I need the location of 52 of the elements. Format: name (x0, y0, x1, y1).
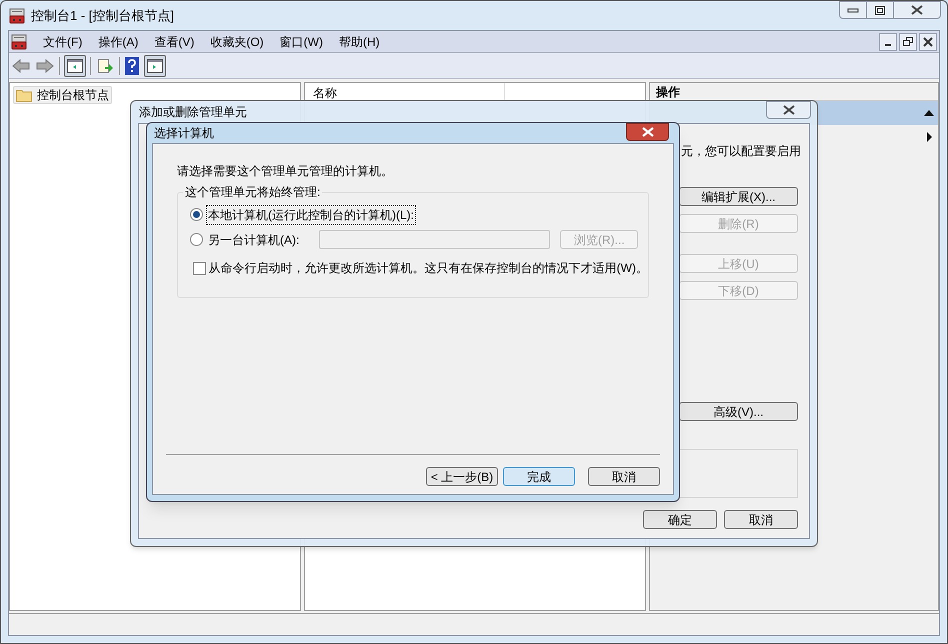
close-button[interactable] (919, 33, 937, 51)
show-action-pane-button[interactable] (144, 54, 166, 76)
minimize-icon (885, 44, 891, 46)
menu-item[interactable]: 帮助(H) (330, 32, 388, 50)
dialog-button[interactable]: 确定 (643, 510, 717, 529)
restore-button[interactable] (899, 33, 917, 51)
close-icon (782, 105, 794, 115)
close-button[interactable] (626, 123, 669, 141)
close-button[interactable] (893, 1, 941, 19)
help-button[interactable] (124, 56, 140, 76)
close-icon (923, 37, 933, 47)
action-button[interactable]: 高级(V)... (679, 402, 798, 421)
dialog-button[interactable]: 取消 (588, 467, 660, 486)
group-label: 这个管理单元将始终管理: (183, 185, 322, 199)
menu-item[interactable]: 窗口(W) (272, 32, 331, 50)
allow-change-checkbox[interactable]: 从命令行启动时，允许更改所选计算机。这只有在保存控制台的情况下才适用(W)。 (193, 259, 648, 277)
minimize-button[interactable] (879, 33, 897, 51)
maximize-button[interactable] (867, 1, 893, 19)
dialog-button[interactable]: 取消 (724, 510, 798, 529)
export-icon (97, 58, 113, 74)
prompt-text: 请选择需要这个管理单元管理的计算机。 (177, 164, 394, 178)
show-tree-button[interactable] (64, 54, 86, 76)
menu-item[interactable]: 查看(V) (146, 32, 202, 50)
dialog-button[interactable]: < 上一步(B) (426, 467, 498, 486)
dialog-title: 添加或删除管理单元 (139, 104, 247, 121)
menu-item[interactable]: 收藏夹(O) (202, 32, 272, 50)
minimize-icon (847, 7, 859, 13)
question-mark-icon (125, 56, 139, 74)
dialog-button[interactable]: 完成 (503, 467, 575, 486)
collapse-arrow-icon (924, 110, 934, 116)
forward-arrow-icon (36, 58, 54, 72)
minimize-button[interactable] (839, 1, 867, 19)
close-icon (911, 5, 923, 15)
restore-icon (903, 37, 913, 47)
back-arrow-icon (12, 58, 30, 72)
action-button[interactable]: 编辑扩展(X)... (679, 187, 798, 206)
pane-icon (147, 58, 163, 72)
app-icon (9, 8, 25, 24)
restore-icon (875, 6, 885, 14)
radio-option[interactable]: 另一台计算机(A): (190, 230, 302, 248)
close-button[interactable] (766, 101, 811, 119)
window-title: 控制台1 - [控制台根节点] (31, 6, 174, 25)
pane-icon (67, 58, 83, 72)
dialog-title: 选择计算机 (154, 125, 214, 142)
close-icon (642, 127, 654, 137)
folder-icon (16, 88, 32, 102)
tree-item[interactable]: 控制台根节点 (13, 86, 112, 104)
menu-item[interactable]: 文件(F) (35, 32, 90, 50)
expand-arrow-icon (927, 132, 932, 142)
app-icon (11, 34, 27, 50)
menu-item[interactable]: 操作(A) (90, 32, 146, 50)
description-text: 元，您可以配置要启用 (681, 143, 802, 160)
